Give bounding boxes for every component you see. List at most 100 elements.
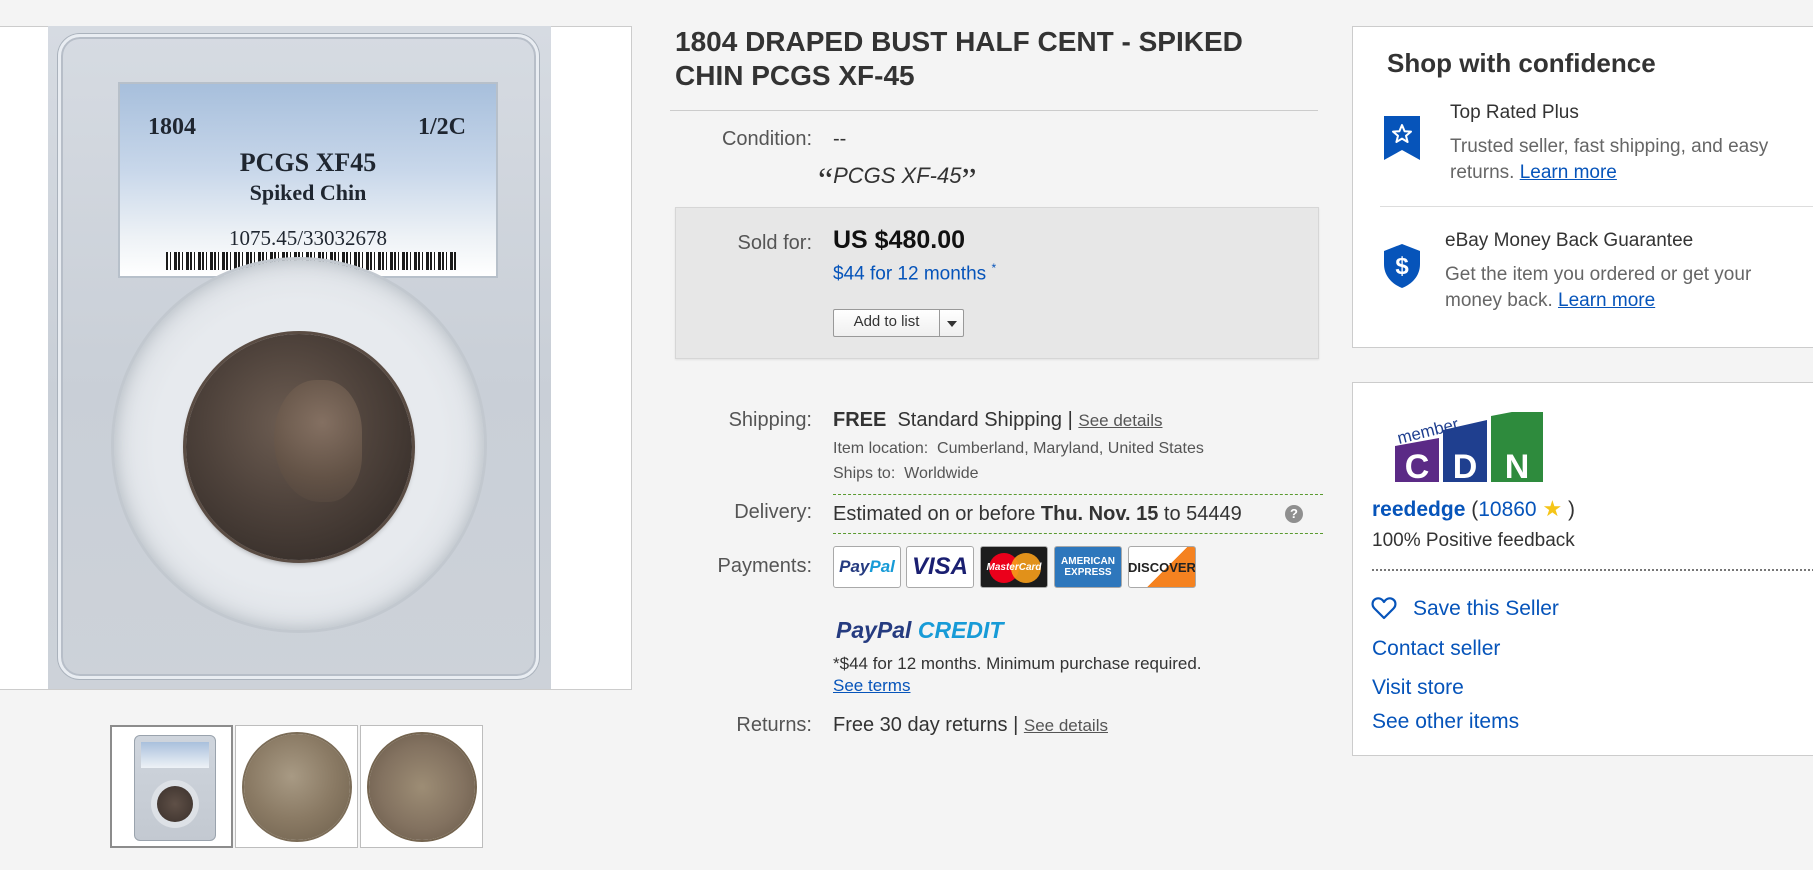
mastercard-text: MasterCard [986, 561, 1042, 573]
delivery-label: Delivery: [734, 501, 812, 523]
money-back-learn-more-link[interactable]: Learn more [1558, 290, 1655, 311]
visa-icon: VISA [906, 546, 974, 588]
save-seller-link[interactable]: Save this Seller [1413, 597, 1559, 621]
thumbnail-reverse-image [369, 734, 475, 840]
thumbnail-slab-image [134, 735, 216, 841]
ships-to-value: Worldwide [904, 465, 979, 482]
condition-quote: “PCGS XF-45” [818, 154, 977, 199]
money-back-desc: Get the item you ordered or get your mon… [1445, 262, 1785, 314]
condition-value: -- [833, 128, 847, 150]
sold-box [675, 207, 1319, 359]
amex-text-bottom: EXPRESS [1064, 567, 1112, 578]
coin-obverse [186, 334, 412, 560]
confidence-divider [1380, 206, 1813, 207]
thumbnail-2[interactable] [235, 725, 358, 848]
seller-name-line: reededge (10860 ★ ) [1372, 496, 1575, 522]
shipping-label: Shipping: [728, 409, 812, 431]
shipping-method: Standard Shipping | [897, 409, 1073, 431]
chevron-down-icon[interactable] [940, 310, 964, 336]
returns-label: Returns: [736, 714, 812, 736]
shop-with-confidence-heading: Shop with confidence [1387, 48, 1656, 78]
cdn-letter-d: D [1453, 448, 1478, 482]
slab-year: 1804 [148, 114, 196, 140]
star-icon: ★ [1542, 496, 1563, 521]
ships-to: Ships to: Worldwide [833, 465, 979, 483]
paypal-pay-text: Pay [839, 557, 870, 576]
thumbnail-slab-label [141, 742, 209, 768]
seller-score-link[interactable]: 10860 [1478, 498, 1536, 521]
slab-label: 1804 1/2C PCGS XF45 Spiked Chin 1075.45/… [118, 82, 498, 278]
shipping-see-details-link[interactable]: See details [1078, 411, 1162, 430]
see-terms-link[interactable]: See terms [833, 676, 910, 696]
cdn-member-logo: member C D N [1395, 412, 1543, 482]
discover-icon: DISCOVER [1128, 546, 1196, 588]
shipping-value: FREE Standard Shipping | See details [833, 409, 1162, 432]
top-rated-plus-desc: Trusted seller, fast shipping, and easy … [1450, 134, 1790, 186]
money-back-title: eBay Money Back Guarantee [1445, 230, 1694, 251]
seller-divider [1372, 569, 1813, 571]
paypal-credit-credit: CREDIT [917, 617, 1004, 643]
delivery-zip: to 54449 [1163, 503, 1242, 525]
slab-grade: PCGS XF45 [239, 148, 377, 177]
cdn-letter-c: C [1405, 448, 1430, 482]
condition-quote-text: PCGS XF-45 [833, 163, 962, 188]
returns-see-details-link[interactable]: See details [1024, 716, 1108, 735]
sold-for-label: Sold for: [737, 232, 812, 254]
thumbnail-1[interactable] [110, 725, 233, 848]
payments-label: Payments: [717, 555, 812, 577]
delivery-value: Estimated on or before Thu. Nov. 15 to 5… [833, 503, 1242, 526]
top-rated-learn-more-link[interactable]: Learn more [1520, 162, 1617, 183]
item-location: Item location: Cumberland, Maryland, Uni… [833, 440, 1204, 458]
coin-bust [274, 380, 362, 502]
heart-icon[interactable] [1371, 596, 1397, 620]
delivery-prefix: Estimated on or before [833, 503, 1036, 525]
thumbnail-slab-coin [157, 786, 193, 822]
item-location-label: Item location: [833, 440, 929, 457]
title-divider [670, 110, 1318, 111]
slab-cert-number: 1075.45/33032678 [228, 226, 388, 250]
paypal-icon: Pay Pal [833, 546, 901, 588]
delivery-divider-top [833, 494, 1323, 495]
paypal-credit-note: *$44 for 12 months. Minimum purchase req… [833, 654, 1202, 673]
seller-feedback: 100% Positive feedback [1372, 530, 1575, 551]
finance-marker: * [991, 261, 997, 275]
shipping-free: FREE [833, 409, 887, 431]
see-other-items-link[interactable]: See other items [1372, 710, 1519, 734]
sold-price: US $480.00 [833, 226, 966, 254]
amex-icon: AMERICAN EXPRESS [1054, 546, 1122, 588]
seller-name-link[interactable]: reededge [1372, 498, 1465, 521]
cdn-letter-n: N [1505, 448, 1530, 482]
mastercard-icon: MasterCard [980, 546, 1048, 588]
svg-text:$: $ [1395, 253, 1409, 280]
delivery-divider-bottom [833, 533, 1323, 534]
seller-score-close: ) [1568, 498, 1576, 521]
slab-denomination: 1/2C [418, 114, 466, 140]
item-location-value: Cumberland, Maryland, United States [937, 440, 1204, 457]
close-quote-glyph: ” [961, 162, 977, 199]
item-title: 1804 DRAPED BUST HALF CENT - SPIKED CHIN… [675, 26, 1243, 91]
paypal-pal-text: Pal [869, 557, 895, 576]
ships-to-label: Ships to: [833, 465, 896, 482]
add-to-list-control[interactable]: Add to list [833, 309, 964, 337]
thumbnail-3[interactable] [360, 725, 483, 848]
delivery-date: Thu. Nov. 15 [1040, 503, 1159, 525]
open-quote-glyph: “ [818, 162, 834, 199]
finance-offer-text[interactable]: $44 for 12 months [833, 263, 986, 284]
help-icon[interactable]: ? [1285, 505, 1303, 523]
paypal-credit-logo: PayPal CREDIT [836, 617, 1003, 644]
contact-seller-link[interactable]: Contact seller [1372, 637, 1500, 661]
add-to-list-button[interactable]: Add to list [834, 310, 940, 336]
top-rated-plus-title: Top Rated Plus [1450, 102, 1579, 123]
visit-store-link[interactable]: Visit store [1372, 676, 1464, 700]
returns-text: Free 30 day returns | [833, 714, 1019, 736]
money-back-shield-icon: $ [1384, 244, 1420, 288]
condition-label: Condition: [721, 128, 812, 150]
thumbnail-obverse-image [244, 734, 350, 840]
slab-variety: Spiked Chin [249, 180, 367, 205]
returns-value: Free 30 day returns | See details [833, 714, 1108, 737]
top-rated-badge-icon [1384, 116, 1420, 160]
main-image-slab[interactable]: 1804 1/2C PCGS XF45 Spiked Chin 1075.45/… [48, 26, 551, 689]
amex-text-top: AMERICAN [1061, 556, 1115, 567]
finance-offer-link[interactable]: $44 for 12 months * [833, 261, 996, 285]
paypal-credit-paypal: PayPal [836, 617, 912, 643]
